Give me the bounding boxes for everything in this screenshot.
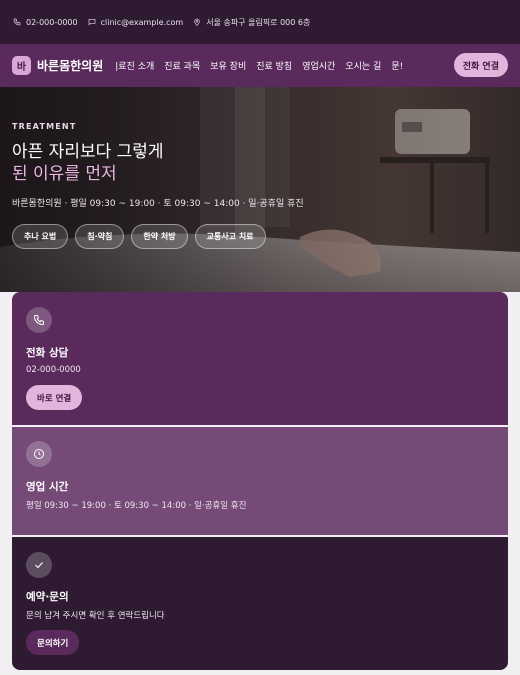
hero-section: TREATMENT 아픈 자리보다 그렇게 된 이유를 먼저 바른몸한의원 · …	[0, 87, 520, 292]
chip-acupuncture[interactable]: 침·약침	[75, 224, 125, 249]
hero-title-line2: 된 이유를 먼저	[12, 164, 117, 184]
info-cards: 전화 상담 02-000-0000 바로 연결 영업 시간 평일 09:30 ~…	[12, 292, 508, 670]
chat-icon	[88, 18, 96, 26]
chip-herbal[interactable]: 한약 처방	[131, 224, 188, 249]
call-now-button[interactable]: 바로 연결	[26, 385, 83, 410]
card-reservation: 예약·문의 문의 남겨 주시면 확인 후 연락드립니다 문의하기	[12, 537, 508, 670]
call-button[interactable]: 전화 연결	[453, 53, 508, 77]
topbar-phone-text: 02-000-0000	[26, 17, 78, 27]
hero-eyebrow: TREATMENT	[12, 122, 77, 131]
top-info-bar: 02-000-0000 clinic@example.com 서울 송파구 올림…	[0, 0, 520, 44]
topbar-email-text: clinic@example.com	[100, 17, 184, 27]
card-hours-text: 평일 09:30 ~ 19:00 · 토 09:30 ~ 14:00 · 일·공…	[26, 501, 247, 511]
nav-item-policy[interactable]: 진료 방침	[256, 59, 292, 72]
phone-icon	[26, 307, 52, 333]
brand-name[interactable]: 바른몸한의원	[37, 57, 103, 74]
check-icon	[26, 552, 52, 578]
nav-item-equipment[interactable]: 보유 장비	[210, 59, 246, 72]
card-reservation-title: 예약·문의	[26, 591, 69, 603]
card-hours: 영업 시간 평일 09:30 ~ 19:00 · 토 09:30 ~ 14:00…	[12, 427, 508, 535]
nav-item-hours[interactable]: 영업시간	[302, 59, 335, 72]
card-phone: 전화 상담 02-000-0000 바로 연결	[12, 292, 508, 425]
hero-content: TREATMENT 아픈 자리보다 그렇게 된 이유를 먼저 바른몸한의원 · …	[12, 122, 304, 249]
treatment-chips: 추나 요법 침·약침 한약 처방 교통사고 치료	[12, 224, 304, 249]
clock-icon	[26, 441, 52, 467]
nav-item-departments[interactable]: 진료 과목	[164, 59, 200, 72]
card-hours-title: 영업 시간	[26, 481, 69, 493]
topbar-email[interactable]: clinic@example.com	[88, 17, 184, 27]
nav-menu: |료진 소개 진료 과목 보유 장비 진료 방침 영업시간 오시는 길 문!	[115, 59, 437, 72]
chip-accident[interactable]: 교통사고 치료	[194, 224, 266, 249]
nav-item-contact[interactable]: 문!	[391, 59, 403, 72]
hero-subtitle: 바른몸한의원 · 평일 09:30 ~ 19:00 · 토 09:30 ~ 14…	[12, 199, 304, 209]
card-reservation-text: 문의 남겨 주시면 확인 후 연락드립니다	[26, 611, 165, 621]
inquiry-button[interactable]: 문의하기	[26, 630, 80, 655]
topbar-address-text: 서울 송파구 올림픽로 000 6층	[206, 17, 311, 27]
nav-item-doctors[interactable]: |료진 소개	[115, 59, 154, 72]
topbar-address: 서울 송파구 올림픽로 000 6층	[193, 17, 310, 28]
card-phone-title: 전화 상담	[26, 347, 69, 359]
location-pin-icon	[193, 18, 201, 26]
main-nav: 바 바른몸한의원 |료진 소개 진료 과목 보유 장비 진료 방침 영업시간 오…	[0, 44, 520, 87]
hero-title-line1: 아픈 자리보다 그렇게	[12, 142, 164, 162]
topbar-phone[interactable]: 02-000-0000	[13, 18, 78, 27]
chip-chuna[interactable]: 추나 요법	[12, 224, 69, 249]
nav-item-directions[interactable]: 오시는 길	[345, 59, 381, 72]
card-phone-number: 02-000-0000	[26, 365, 81, 375]
logo-mark[interactable]: 바	[12, 56, 31, 75]
phone-icon	[13, 18, 21, 26]
